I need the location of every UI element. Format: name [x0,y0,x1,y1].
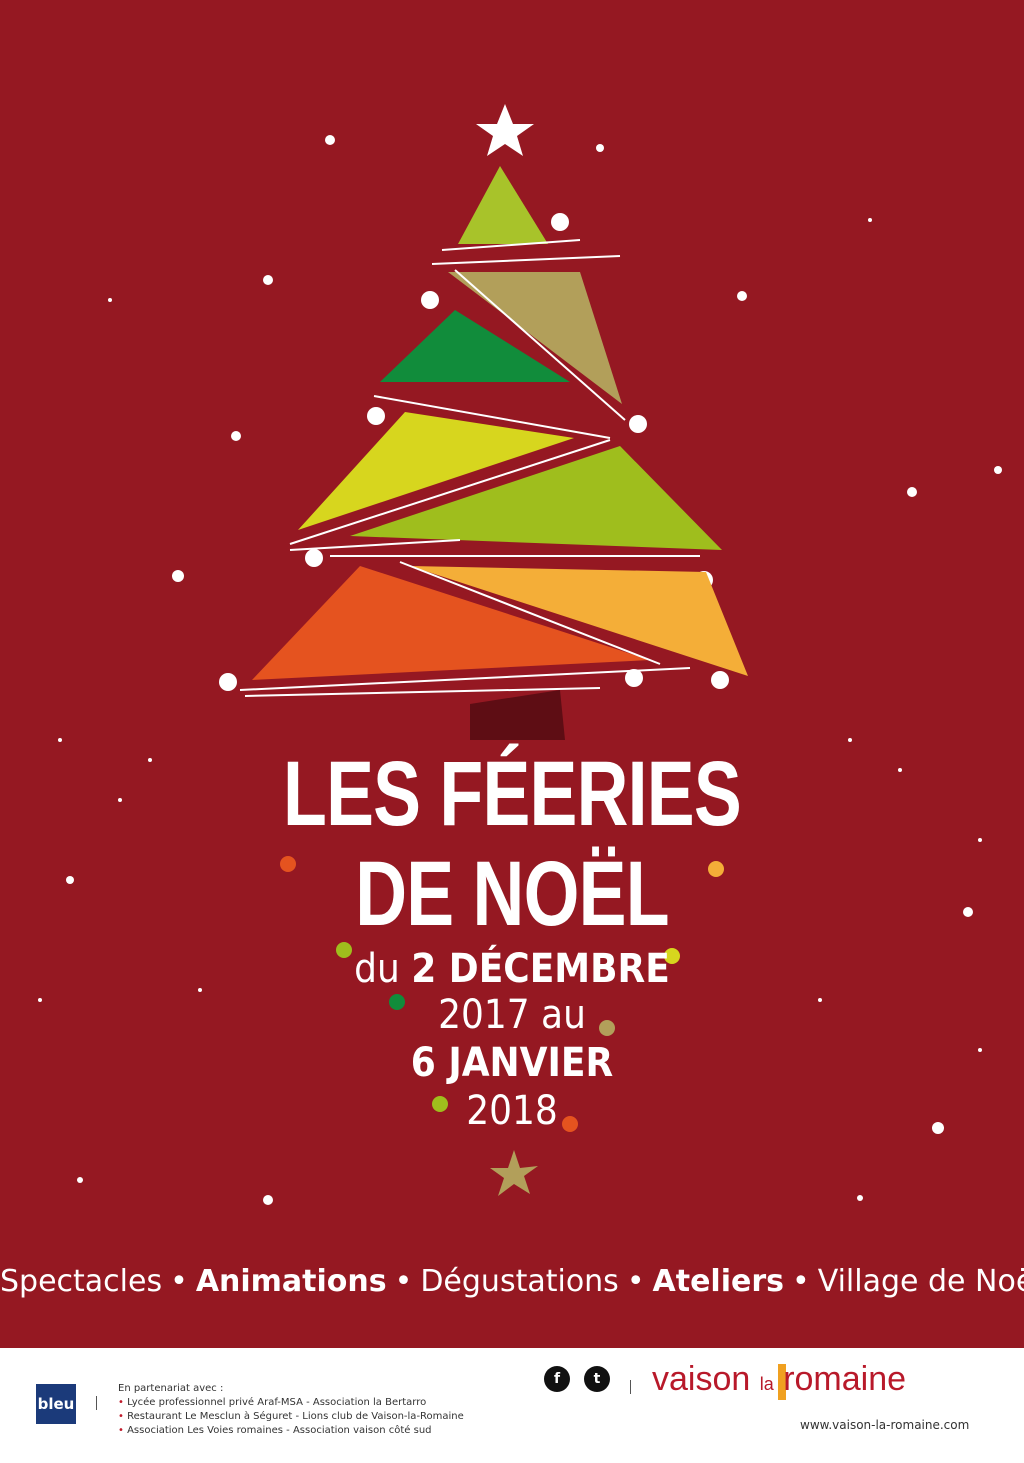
activities-line: Spectacles • Animations • Dégustations • Ateli… [0,1264,1024,1299]
date-line-3: 6 JANVIER [410,1040,614,1086]
brand-vaison: vaison [652,1360,751,1398]
date-line-4: 2018 [466,1088,558,1134]
separator: • [170,1264,188,1299]
title-line-2: DE NOËL [355,843,669,945]
title-line-1: LES FÉERIES [283,743,742,845]
partners-block: En partenariat avec : • Lycée profession… [118,1382,464,1438]
activity-ateliers: Ateliers [652,1264,785,1299]
christmas-tree-illustration [38,104,1002,1205]
partners-heading: En partenariat avec : [118,1383,224,1394]
date-prefix: du [354,946,412,992]
divider [96,1396,97,1410]
brand-romaine: romaine [783,1360,907,1398]
activity-village: Village de Noël [817,1264,1024,1299]
date-line-2: 2017 au [438,992,586,1038]
separator: • [394,1264,413,1299]
partner-line-2: • Restaurant Le Mesclun à Séguret - Lion… [118,1411,464,1422]
activity-degustations: Dégustations [420,1264,619,1299]
activity-animations: Animations [195,1264,387,1299]
vaison-la-romaine-logo: vaison la romaine [652,1360,906,1399]
separator: • [792,1264,810,1299]
star-icon [476,104,534,156]
website-link[interactable]: www.vaison-la-romaine.com [800,1418,969,1432]
date-line-1: du 2 DÉCEMBRE [0,946,1024,992]
divider [630,1380,631,1394]
separator: • [626,1264,645,1299]
facebook-icon[interactable]: f [544,1366,570,1392]
activity-spectacles: Spectacles [0,1264,163,1299]
france-bleu-logo: bleu [36,1384,76,1424]
gold-star-icon [490,1150,538,1196]
poster: LES FÉERIES DE NOËL du 2 DÉCEMBRE 2017 a… [0,0,1024,1348]
date-start: 2 DÉCEMBRE [411,946,670,992]
partner-line-3: • Association Les Voies romaines - Assoc… [118,1425,432,1436]
partner-line-1: • Lycée professionnel privé Araf-MSA - A… [118,1397,427,1408]
brand-la: la [759,1374,774,1394]
twitter-icon[interactable]: t [584,1366,610,1392]
